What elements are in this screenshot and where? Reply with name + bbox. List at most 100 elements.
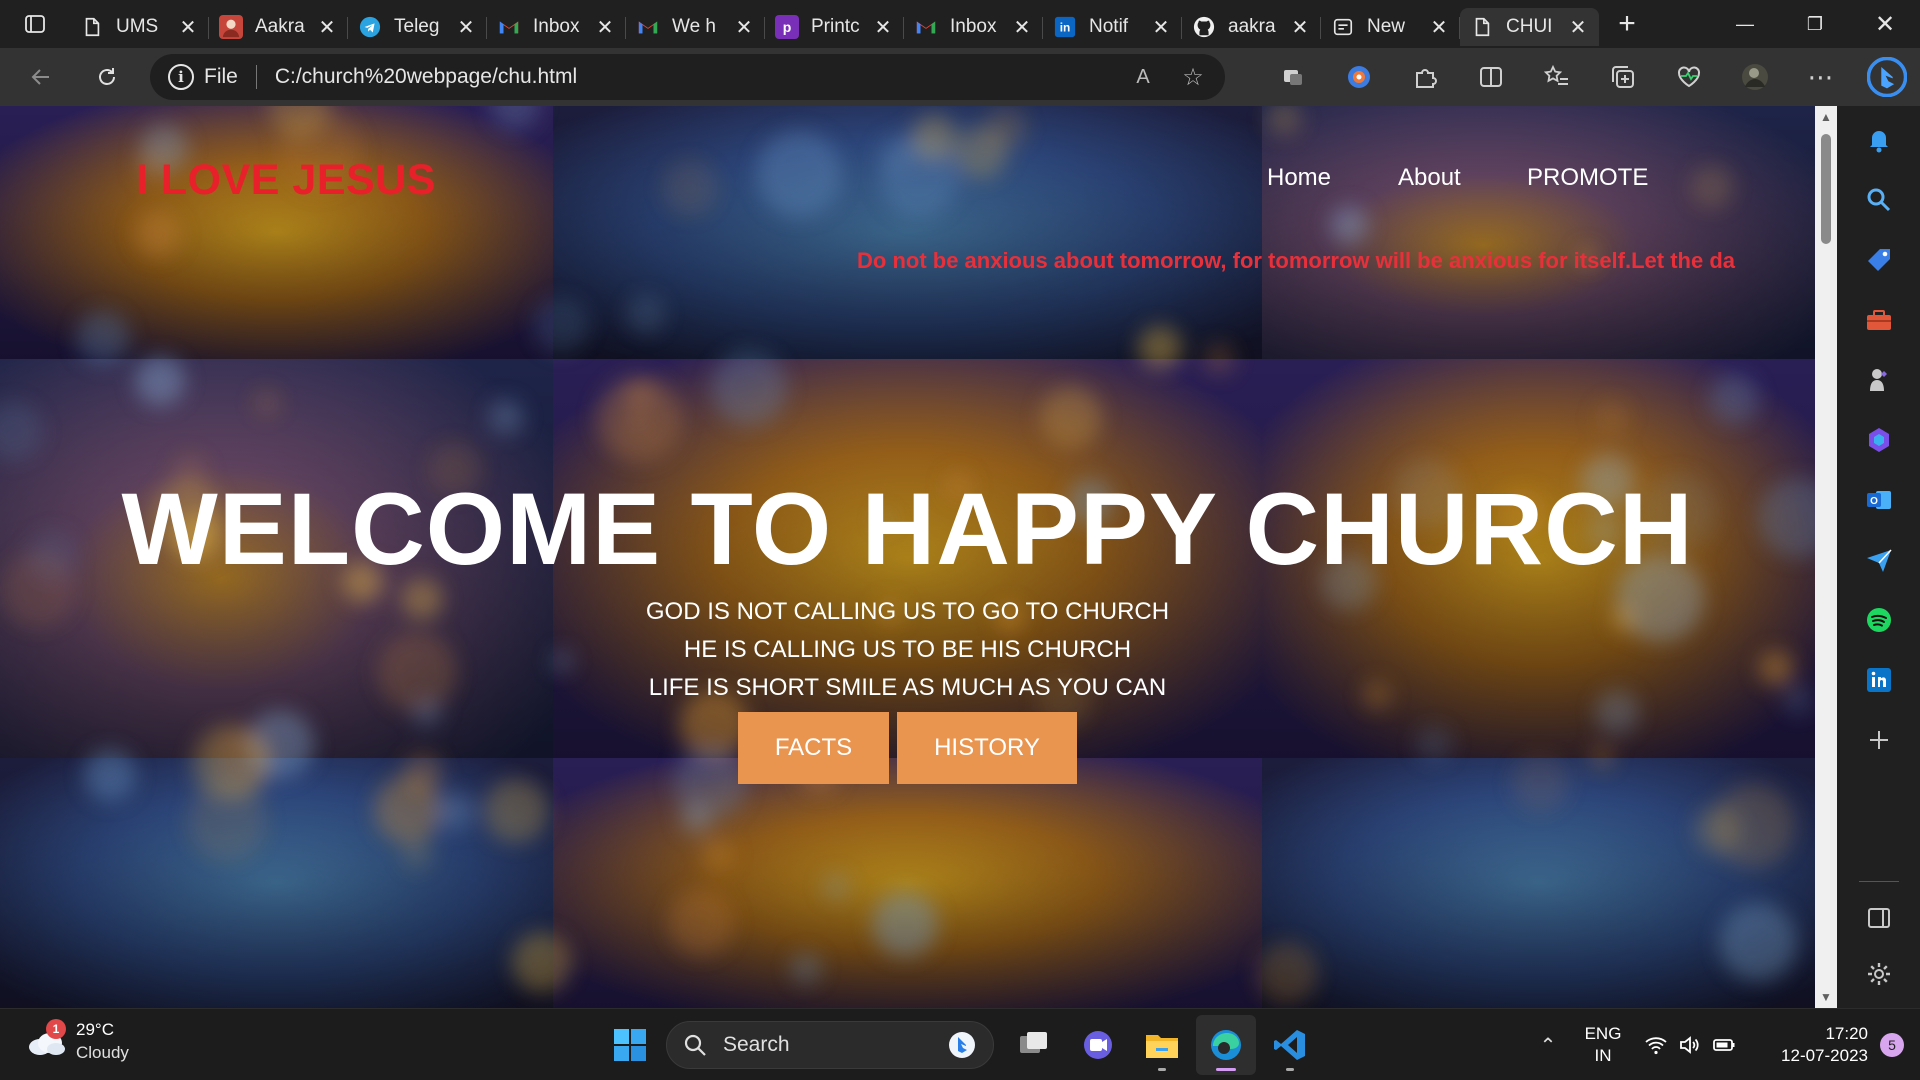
refresh-icon bbox=[95, 65, 119, 89]
tab-close-icon[interactable]: ✕ bbox=[594, 16, 616, 38]
browser-essentials-button[interactable] bbox=[1656, 54, 1722, 100]
browser-tab[interactable]: Teleg ✕ bbox=[348, 8, 487, 46]
bing-copilot-button[interactable] bbox=[1854, 54, 1920, 100]
favorite-star-icon[interactable]: ☆ bbox=[1179, 63, 1207, 91]
back-button[interactable] bbox=[18, 54, 64, 100]
scroll-up-arrow-icon[interactable]: ▲ bbox=[1819, 110, 1833, 124]
plus-icon: + bbox=[1618, 7, 1636, 41]
sidebar-shopping-button[interactable] bbox=[1863, 244, 1895, 276]
restore-icon: ❐ bbox=[1807, 14, 1823, 35]
url-text[interactable]: C:/church%20webpage/chu.html bbox=[275, 65, 1129, 89]
tab-close-icon[interactable]: ✕ bbox=[316, 16, 338, 38]
sidebar-settings-button[interactable] bbox=[1863, 958, 1895, 990]
tab-close-icon[interactable]: ✕ bbox=[1011, 16, 1033, 38]
close-icon: ✕ bbox=[1875, 10, 1895, 39]
scrollbar-thumb[interactable] bbox=[1821, 134, 1831, 244]
system-tray: ⌃ ENG IN 17:20 12-07-2023 5 bbox=[1528, 1009, 1920, 1080]
extension-button-1[interactable] bbox=[1260, 54, 1326, 100]
browser-tab[interactable]: New ✕ bbox=[1321, 8, 1460, 46]
new-tab-button[interactable]: + bbox=[1605, 2, 1649, 46]
facts-button[interactable]: FACTS bbox=[738, 712, 889, 784]
show-hidden-icons-chevron-icon[interactable]: ⌃ bbox=[1528, 1033, 1568, 1058]
collections-button[interactable] bbox=[1590, 54, 1656, 100]
tab-close-icon[interactable]: ✕ bbox=[1150, 16, 1172, 38]
outlook-icon: O bbox=[1864, 485, 1894, 515]
page-icon bbox=[80, 15, 104, 39]
site-logo[interactable]: I LOVE JESUS bbox=[136, 156, 436, 205]
tab-title: Aakra bbox=[255, 16, 316, 38]
folder-icon bbox=[1143, 1026, 1181, 1064]
tab-title: Printc bbox=[811, 16, 872, 38]
address-bar[interactable]: i File C:/church%20webpage/chu.html A⁲ ☆ bbox=[150, 54, 1225, 100]
refresh-button[interactable] bbox=[84, 54, 130, 100]
profile-button[interactable] bbox=[1722, 54, 1788, 100]
page-scrollbar[interactable]: ▲ ▼ bbox=[1815, 106, 1837, 1008]
close-window-button[interactable]: ✕ bbox=[1850, 0, 1920, 48]
sidebar-games-button[interactable] bbox=[1863, 364, 1895, 396]
browser-tab[interactable]: UMS ✕ bbox=[70, 8, 209, 46]
sidebar-search-button[interactable] bbox=[1863, 184, 1895, 216]
extension-button-2[interactable] bbox=[1326, 54, 1392, 100]
browser-tab[interactable]: aakra ✕ bbox=[1182, 8, 1321, 46]
system-clock[interactable]: 17:20 12-07-2023 bbox=[1750, 1023, 1868, 1067]
tab-actions-button[interactable] bbox=[0, 0, 70, 48]
svg-text:O: O bbox=[1870, 496, 1878, 507]
favorites-button[interactable] bbox=[1524, 54, 1590, 100]
plus-icon bbox=[1864, 725, 1894, 755]
sidebar-drop-button[interactable] bbox=[1863, 544, 1895, 576]
tab-close-icon[interactable]: ✕ bbox=[1567, 16, 1589, 38]
browser-tab[interactable]: Aakra ✕ bbox=[209, 8, 348, 46]
sidebar-hide-button[interactable] bbox=[1863, 902, 1895, 934]
tab-close-icon[interactable]: ✕ bbox=[1289, 16, 1311, 38]
sidebar-add-button[interactable] bbox=[1863, 724, 1895, 756]
split-screen-button[interactable] bbox=[1458, 54, 1524, 100]
tab-close-icon[interactable]: ✕ bbox=[733, 16, 755, 38]
browser-tab[interactable]: Inbox ✕ bbox=[904, 8, 1043, 46]
bokeh-dot bbox=[1594, 399, 1630, 435]
task-view-button[interactable] bbox=[1004, 1015, 1064, 1075]
extension-toolbar: ⋯ bbox=[1260, 48, 1920, 106]
tab-close-icon[interactable]: ✕ bbox=[1428, 16, 1450, 38]
teams-chat-button[interactable] bbox=[1068, 1015, 1128, 1075]
browser-toolbar: i File C:/church%20webpage/chu.html A⁲ ☆ bbox=[0, 48, 1920, 106]
browser-tab[interactable]: Inbox ✕ bbox=[487, 8, 626, 46]
sidebar-microsoft365-button[interactable] bbox=[1863, 424, 1895, 456]
scroll-down-arrow-icon[interactable]: ▼ bbox=[1819, 990, 1833, 1004]
vscode-taskbar-button[interactable] bbox=[1260, 1015, 1320, 1075]
browser-tab[interactable]: p Printc ✕ bbox=[765, 8, 904, 46]
start-button[interactable] bbox=[600, 1015, 660, 1075]
taskbar-search-box[interactable]: Search bbox=[666, 1021, 994, 1069]
minimize-button[interactable]: — bbox=[1710, 0, 1780, 48]
browser-tab[interactable]: in Notif ✕ bbox=[1043, 8, 1182, 46]
file-explorer-button[interactable] bbox=[1132, 1015, 1192, 1075]
bokeh-dot bbox=[374, 776, 442, 844]
sidebar-spotify-button[interactable] bbox=[1863, 604, 1895, 636]
restore-button[interactable]: ❐ bbox=[1780, 0, 1850, 48]
nav-home-link[interactable]: Home bbox=[1267, 164, 1331, 192]
notification-center-badge[interactable]: 5 bbox=[1880, 1033, 1904, 1057]
extensions-button[interactable] bbox=[1392, 54, 1458, 100]
nav-about-link[interactable]: About bbox=[1398, 164, 1461, 192]
tab-close-icon[interactable]: ✕ bbox=[177, 16, 199, 38]
sidebar-notifications-button[interactable] bbox=[1863, 124, 1895, 156]
settings-more-button[interactable]: ⋯ bbox=[1788, 54, 1854, 100]
nav-promote-link[interactable]: PROMOTE bbox=[1527, 164, 1648, 192]
sidebar-linkedin-button[interactable] bbox=[1863, 664, 1895, 696]
weather-widget[interactable]: 1 29°C Cloudy bbox=[26, 1019, 129, 1065]
sidebar-tools-button[interactable] bbox=[1863, 304, 1895, 336]
browser-tab[interactable]: We h ✕ bbox=[626, 8, 765, 46]
tab-close-icon[interactable]: ✕ bbox=[455, 16, 477, 38]
sidebar-outlook-button[interactable]: O bbox=[1863, 484, 1895, 516]
info-icon[interactable]: i bbox=[168, 64, 194, 90]
bokeh-dot bbox=[1415, 725, 1453, 763]
background-tile-shade bbox=[0, 758, 553, 1008]
tab-close-icon[interactable]: ✕ bbox=[872, 16, 894, 38]
tab-title: Inbox bbox=[533, 16, 594, 38]
browser-tab[interactable]: CHUI ✕ bbox=[1460, 8, 1599, 46]
read-aloud-icon[interactable]: A⁲ bbox=[1129, 63, 1157, 91]
bokeh-dot bbox=[626, 294, 666, 334]
quick-settings[interactable] bbox=[1644, 1033, 1736, 1057]
language-indicator[interactable]: ENG IN bbox=[1568, 1023, 1638, 1067]
edge-taskbar-button[interactable] bbox=[1196, 1015, 1256, 1075]
history-button[interactable]: HISTORY bbox=[897, 712, 1077, 784]
